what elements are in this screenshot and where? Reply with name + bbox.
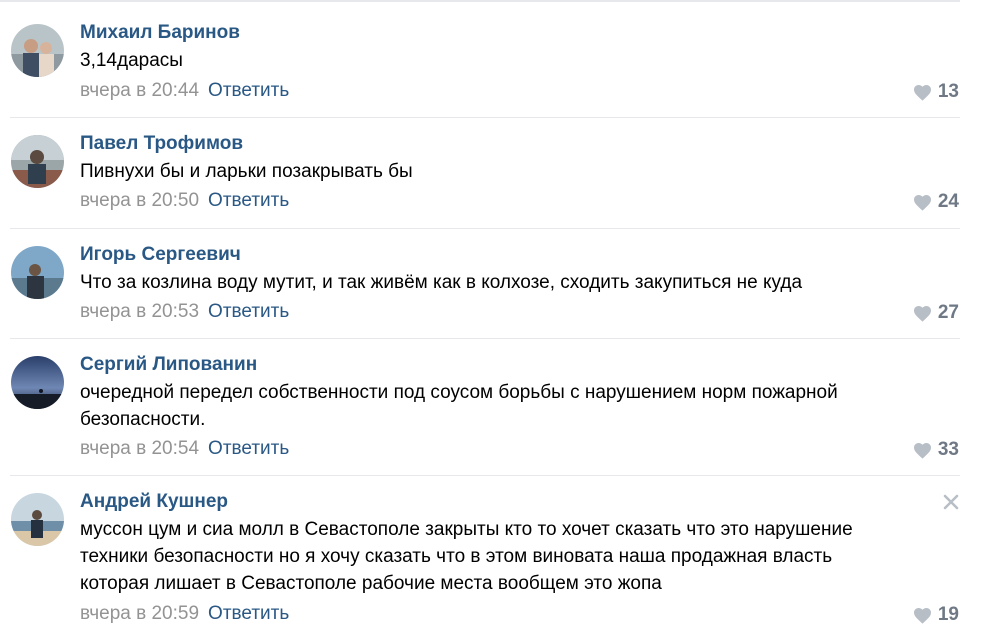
comment-author[interactable]: Павел Трофимов	[80, 133, 243, 155]
comment-divider	[10, 228, 960, 229]
like-button[interactable]: 24	[913, 191, 959, 213]
comment-time[interactable]: вчера в 20:54	[80, 438, 199, 459]
comment-text: муссон цум и сиа молл в Севастополе закр…	[80, 516, 940, 597]
avatar[interactable]	[11, 356, 64, 409]
comment-meta: вчера в 20:50 Ответить	[80, 190, 289, 212]
comment-text: 3,14дарасы	[80, 47, 940, 74]
reply-button[interactable]: Ответить	[208, 603, 289, 624]
comment-text-line: безопасности.	[80, 409, 206, 430]
avatar[interactable]	[11, 135, 64, 188]
avatar[interactable]	[11, 24, 64, 77]
comments-list: Михаил Баринов 3,14дарасы вчера в 20:44 О…	[0, 0, 981, 634]
reply-button[interactable]: Ответить	[208, 301, 289, 322]
comment-time[interactable]: вчера в 20:59	[80, 603, 199, 624]
comment-divider	[10, 117, 960, 118]
comment-text: Что за козлина воду мутит, и так живём к…	[80, 269, 940, 296]
close-icon[interactable]	[943, 494, 959, 510]
reply-button[interactable]: Ответить	[208, 190, 289, 211]
comment-author[interactable]: Андрей Кушнер	[80, 491, 228, 513]
comment-text: Пивнухи бы и ларьки позакрывать бы	[80, 158, 940, 185]
comment-text-line: муссон цум и сиа молл в Севастополе закр…	[80, 519, 853, 540]
reply-button[interactable]: Ответить	[208, 80, 289, 101]
comment-meta: вчера в 20:59 Ответить	[80, 603, 289, 625]
reply-button[interactable]: Ответить	[208, 438, 289, 459]
heart-icon	[913, 442, 932, 459]
heart-icon	[913, 607, 932, 624]
comment-author[interactable]: Михаил Баринов	[80, 22, 240, 44]
like-count: 27	[937, 302, 959, 323]
like-button[interactable]: 13	[913, 81, 959, 103]
comment-divider	[10, 338, 960, 339]
avatar[interactable]	[11, 246, 64, 299]
like-button[interactable]: 27	[913, 302, 959, 324]
like-count: 33	[937, 439, 959, 460]
comment-time[interactable]: вчера в 20:50	[80, 190, 199, 211]
heart-icon	[913, 194, 932, 211]
heart-icon	[913, 305, 932, 322]
comment-text-line: 3,14дарасы	[80, 50, 183, 71]
comment-author[interactable]: Сергий Липованин	[80, 354, 257, 376]
top-divider	[0, 0, 960, 2]
comment-text-line: очередной передел собственности под соус…	[80, 382, 838, 403]
like-button[interactable]: 33	[913, 439, 959, 461]
comment-text-line: техники безопасности но я хочу сказать ч…	[80, 546, 833, 567]
comment-meta: вчера в 20:54 Ответить	[80, 438, 289, 460]
comment-divider	[10, 475, 960, 476]
like-count: 24	[937, 191, 959, 212]
comment-text: очередной передел собственности под соус…	[80, 379, 940, 433]
like-count: 19	[937, 604, 959, 625]
comment-time[interactable]: вчера в 20:53	[80, 301, 199, 322]
comment-author[interactable]: Игорь Сергеевич	[80, 244, 241, 266]
like-count: 13	[937, 81, 959, 102]
comment-text-line: Что за козлина воду мутит, и так живём к…	[80, 272, 803, 293]
comment-time[interactable]: вчера в 20:44	[80, 80, 199, 101]
comment-text-line: которая лишает в Севастополе рабочие мес…	[80, 573, 662, 594]
comment-meta: вчера в 20:44 Ответить	[80, 80, 289, 102]
like-button[interactable]: 19	[913, 604, 959, 626]
comment-text-line: Пивнухи бы и ларьки позакрывать бы	[80, 161, 413, 182]
comment-meta: вчера в 20:53 Ответить	[80, 301, 289, 323]
avatar[interactable]	[11, 493, 64, 546]
heart-icon	[913, 84, 932, 101]
